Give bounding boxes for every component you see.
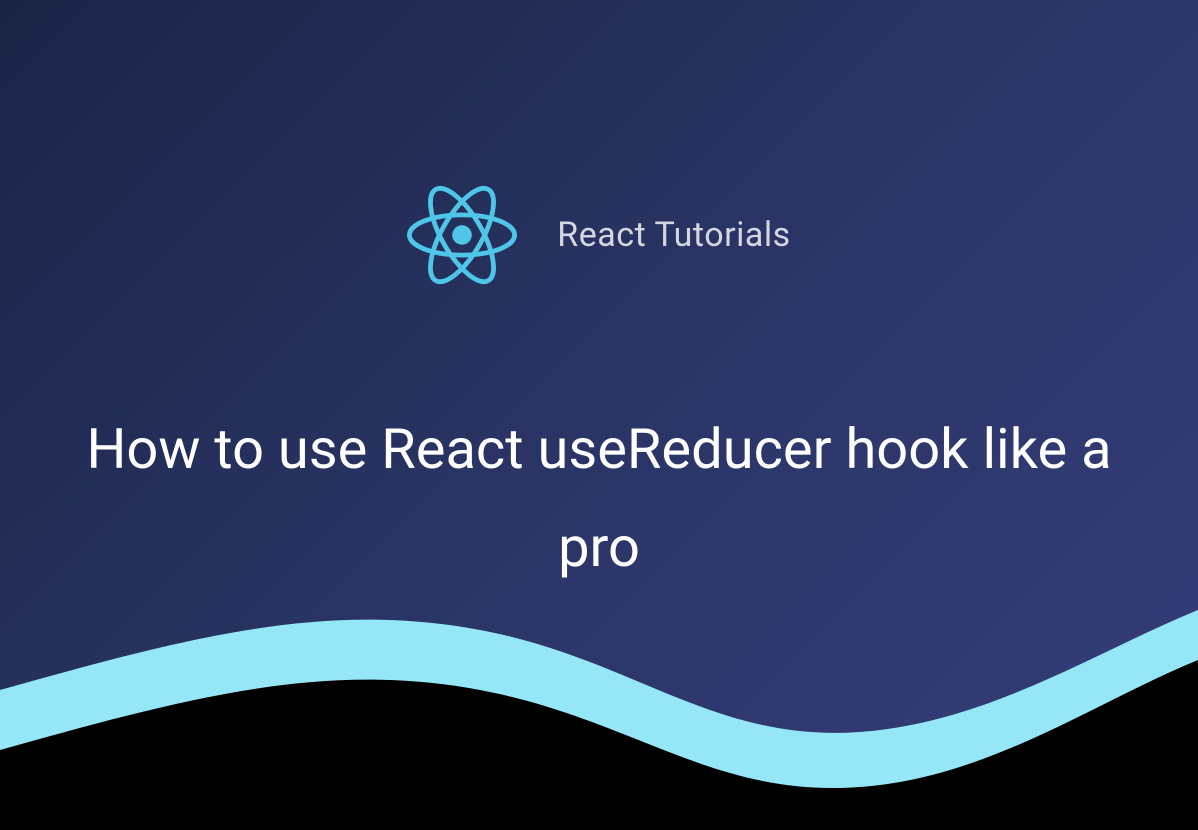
wave-decoration — [0, 550, 1198, 830]
react-logo-icon — [407, 185, 517, 285]
hero-banner: React Tutorials How to use React useRedu… — [0, 0, 1198, 830]
brand-label: React Tutorials — [557, 215, 790, 255]
header-row: React Tutorials — [407, 185, 790, 285]
